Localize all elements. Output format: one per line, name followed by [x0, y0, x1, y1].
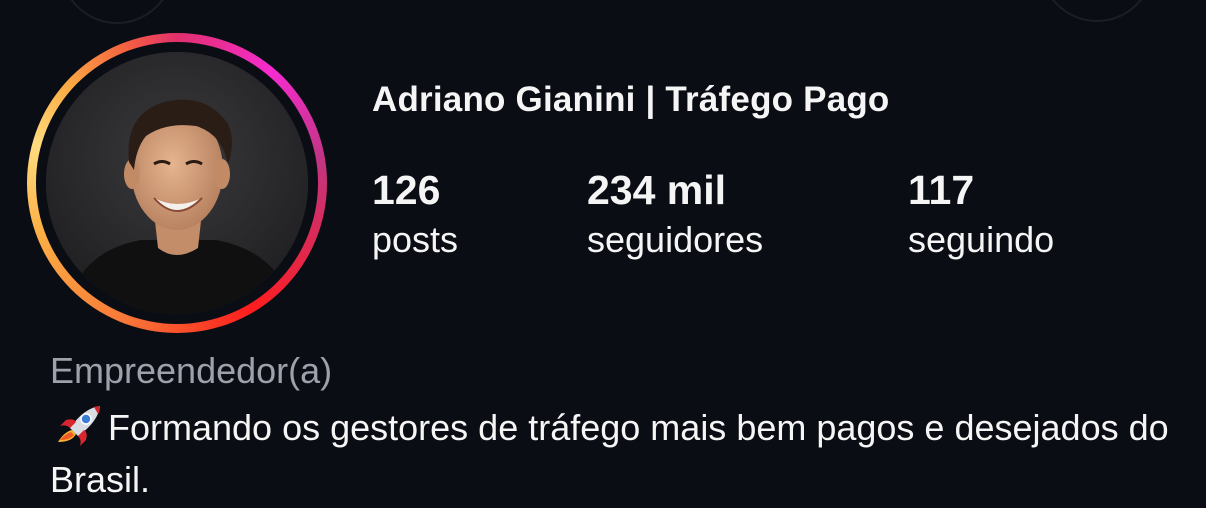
followers-stat[interactable]: 234 mil seguidores — [587, 165, 763, 265]
posts-count: 126 — [372, 167, 441, 213]
story-ring-gap — [36, 42, 318, 324]
bio-text: Formando os gestores de tráfego mais bem… — [50, 407, 1169, 500]
following-count: 117 — [908, 167, 975, 213]
following-label: seguindo — [908, 219, 1055, 260]
posts-label: posts — [372, 219, 459, 260]
profile-header: Adriano Gianini | Tráfego Pago 126 posts… — [0, 0, 1206, 508]
rocket-icon — [58, 406, 100, 446]
profile-name: Adriano Gianini | Tráfego Pago — [372, 80, 890, 119]
top-right-button-edge — [1040, 0, 1154, 22]
top-left-button-edge — [60, 0, 174, 24]
posts-stat[interactable]: 126 posts — [372, 165, 458, 265]
profile-bio: Formando os gestores de tráfego mais bem… — [50, 402, 1180, 506]
profile-category: Empreendedor(a) — [50, 350, 333, 391]
avatar[interactable] — [46, 52, 308, 314]
followers-count: 234 mil — [587, 167, 727, 213]
followers-label: seguidores — [587, 219, 764, 260]
following-stat[interactable]: 117 seguindo — [908, 165, 1054, 265]
story-ring[interactable] — [27, 33, 327, 333]
profile-photo-icon — [46, 52, 308, 314]
